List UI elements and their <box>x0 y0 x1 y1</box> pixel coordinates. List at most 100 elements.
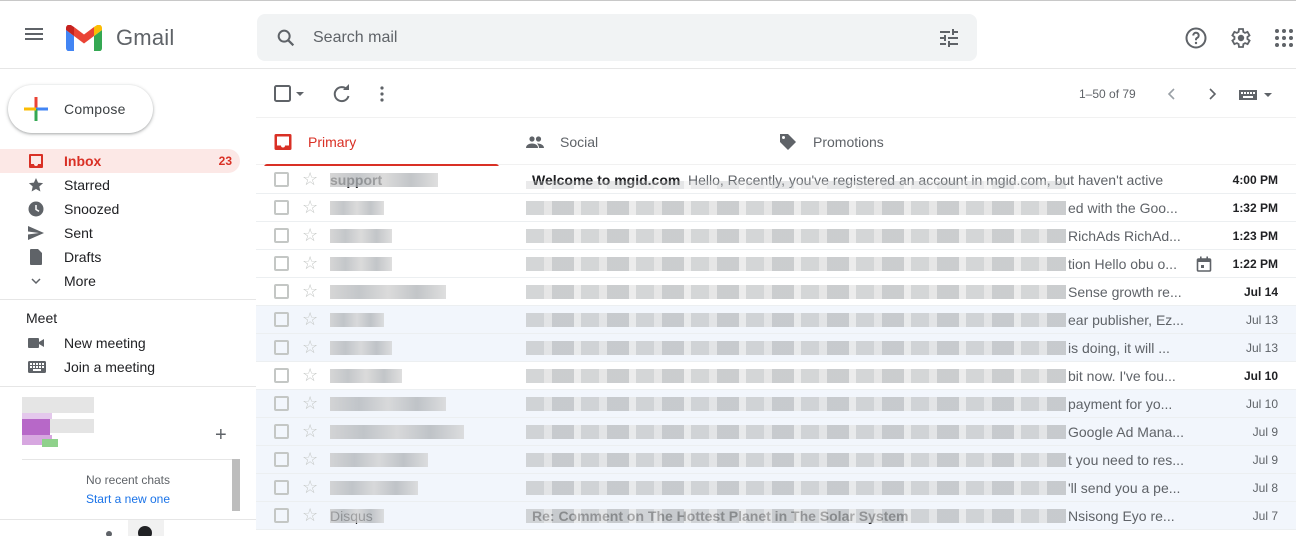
calendar-icon[interactable] <box>1196 256 1212 272</box>
compose-button[interactable]: Compose <box>8 85 153 133</box>
redacted-content <box>526 181 1066 189</box>
email-row[interactable]: ☆ payment for yo... Jul 10 <box>256 390 1296 418</box>
start-new-chat-link[interactable]: Start a new one <box>22 492 234 506</box>
row-checkbox[interactable] <box>274 256 289 271</box>
row-checkbox[interactable] <box>274 340 289 355</box>
search-icon[interactable] <box>275 27 297 49</box>
email-row[interactable]: ☆ ear publisher, Ez... Jul 13 <box>256 306 1296 334</box>
row-checkbox[interactable] <box>274 452 289 467</box>
hangouts-tab[interactable] <box>128 520 164 536</box>
row-checkbox[interactable] <box>274 480 289 495</box>
email-row[interactable]: ☆supportWelcome to mgid.comHello, Recent… <box>256 166 1296 194</box>
email-snippet: ed with the Goo... <box>1068 200 1178 216</box>
row-checkbox[interactable] <box>274 396 289 411</box>
select-all-checkbox[interactable] <box>273 84 293 104</box>
main-menu-button[interactable] <box>24 25 46 47</box>
sidebar-item-snoozed[interactable]: Snoozed <box>0 197 240 221</box>
join-meeting-button[interactable]: Join a meeting <box>0 355 256 379</box>
sidebar-nav: Inbox 23 Starred Snoozed Sent Drafts Mor… <box>0 149 256 293</box>
row-checkbox[interactable] <box>274 284 289 299</box>
tag-icon <box>780 134 796 150</box>
inbox-icon <box>29 154 43 168</box>
email-row[interactable]: ☆ Sense growth re... Jul 14 <box>256 278 1296 306</box>
tab-primary[interactable]: Primary <box>256 119 499 167</box>
email-row[interactable]: ☆ ed with the Goo... 1:32 PM <box>256 194 1296 222</box>
sidebar-item-label: More <box>64 273 96 289</box>
email-row[interactable]: ☆DisqusRe: Comment on The Hottest Planet… <box>256 502 1296 530</box>
row-checkbox[interactable] <box>274 424 289 439</box>
sidebar-item-drafts[interactable]: Drafts <box>0 245 240 269</box>
refresh-icon[interactable] <box>332 84 352 104</box>
row-checkbox[interactable] <box>274 312 289 327</box>
sidebar-item-more[interactable]: More <box>0 269 240 293</box>
apps-icon[interactable] <box>1272 26 1296 50</box>
top-header: Gmail <box>0 1 1296 69</box>
select-dropdown-icon[interactable] <box>294 84 306 104</box>
star-icon[interactable]: ☆ <box>302 477 318 497</box>
search-input[interactable] <box>313 26 913 50</box>
sidebar-divider <box>0 299 256 300</box>
chat-user-avatar[interactable] <box>20 397 108 451</box>
star-icon[interactable]: ☆ <box>302 197 318 217</box>
email-row[interactable]: ☆ tion Hello obu o... 1:22 PM <box>256 250 1296 278</box>
email-date: Jul 7 <box>1252 509 1278 523</box>
sidebar-item-sent[interactable]: Sent <box>0 221 240 245</box>
email-row[interactable]: ☆ RichAds RichAd... 1:23 PM <box>256 222 1296 250</box>
email-date: Jul 10 <box>1243 369 1278 383</box>
star-icon[interactable]: ☆ <box>302 365 318 385</box>
email-row[interactable]: ☆ bit now. I've fou... Jul 10 <box>256 362 1296 390</box>
sidebar-item-starred[interactable]: Starred <box>0 173 240 197</box>
email-row[interactable]: ☆ Google Ad Mana... Jul 9 <box>256 418 1296 446</box>
star-icon[interactable]: ☆ <box>302 309 318 329</box>
row-checkbox[interactable] <box>274 200 289 215</box>
input-tools-keyboard-icon[interactable] <box>1238 84 1258 104</box>
more-options-icon[interactable] <box>372 84 392 104</box>
row-checkbox[interactable] <box>274 172 289 187</box>
redacted-sender <box>330 285 446 299</box>
search-options-icon[interactable] <box>937 26 961 50</box>
input-tools-dropdown-icon[interactable] <box>1262 84 1274 104</box>
star-icon[interactable]: ☆ <box>302 393 318 413</box>
row-checkbox[interactable] <box>274 368 289 383</box>
email-row[interactable]: ☆ is doing, it will ... Jul 13 <box>256 334 1296 362</box>
settings-icon[interactable] <box>1228 26 1252 50</box>
star-icon[interactable]: ☆ <box>302 337 318 357</box>
email-date: 1:22 PM <box>1232 257 1278 271</box>
email-snippet: Google Ad Mana... <box>1068 424 1184 440</box>
star-icon[interactable]: ☆ <box>302 505 318 525</box>
email-date: Jul 13 <box>1245 341 1278 355</box>
star-icon[interactable]: ☆ <box>302 225 318 245</box>
email-row[interactable]: ☆ 'll send you a pe... Jul 8 <box>256 474 1296 502</box>
inbox-icon <box>274 134 292 150</box>
star-icon[interactable]: ☆ <box>302 169 318 189</box>
redacted-content <box>526 425 1066 439</box>
redacted-content <box>526 285 1066 299</box>
email-date: Jul 14 <box>1243 285 1278 299</box>
redacted-sender <box>330 173 438 187</box>
hangouts-icon <box>138 526 152 536</box>
email-snippet: RichAds RichAd... <box>1068 228 1181 244</box>
tab-label: Social <box>560 134 599 150</box>
status-dot-icon[interactable] <box>106 531 112 536</box>
next-page-icon[interactable] <box>1202 84 1222 104</box>
row-checkbox[interactable] <box>274 508 289 523</box>
star-icon[interactable]: ☆ <box>302 281 318 301</box>
star-icon[interactable]: ☆ <box>302 253 318 273</box>
new-meeting-button[interactable]: New meeting <box>0 331 256 355</box>
sidebar-item-inbox[interactable]: Inbox 23 <box>0 149 240 173</box>
star-icon[interactable]: ☆ <box>302 421 318 441</box>
tab-promotions[interactable]: Promotions <box>761 119 1004 165</box>
prev-page-icon[interactable] <box>1162 84 1182 104</box>
tab-social[interactable]: Social <box>508 119 751 165</box>
keyboard-icon <box>28 361 46 373</box>
compose-label: Compose <box>64 101 126 117</box>
category-tabs: Primary Social Promotions <box>256 119 1296 167</box>
star-icon[interactable]: ☆ <box>302 449 318 469</box>
chat-scrollbar[interactable] <box>232 459 240 511</box>
email-row[interactable]: ☆ t you need to res... Jul 9 <box>256 446 1296 474</box>
add-chat-icon[interactable]: + <box>215 425 227 445</box>
gmail-logo-icon[interactable] <box>66 25 102 51</box>
row-checkbox[interactable] <box>274 228 289 243</box>
help-icon[interactable] <box>1184 26 1208 50</box>
redacted-sender <box>330 425 464 439</box>
